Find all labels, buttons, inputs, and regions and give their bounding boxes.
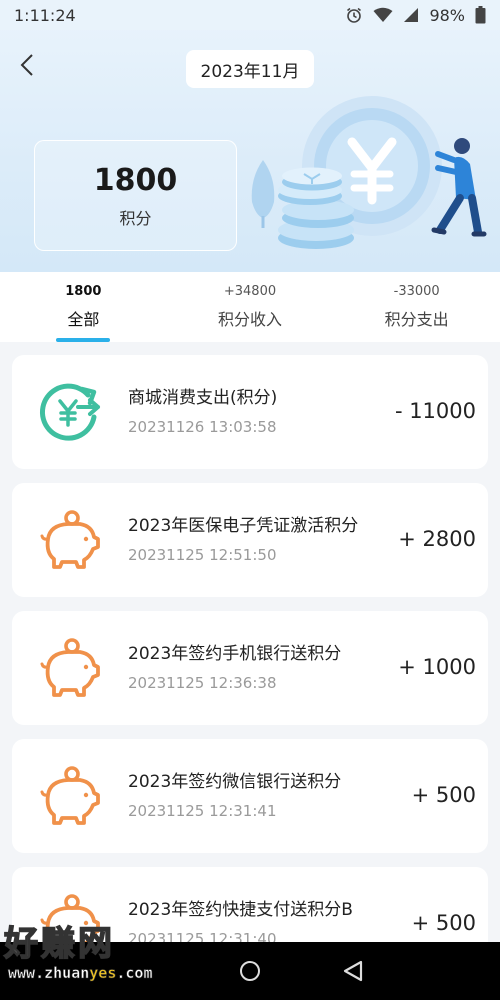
status-bar: 1:11:24 98%: [0, 0, 500, 30]
record-amount: + 1000: [398, 655, 476, 679]
record-amount: + 500: [411, 911, 476, 935]
exchange-yuan-icon: [38, 381, 102, 443]
back-button[interactable]: [14, 52, 40, 82]
chevron-left-icon: [20, 53, 34, 81]
record-title: 2023年签约手机银行送积分: [128, 644, 342, 664]
record-title: 2023年医保电子凭证激活积分: [128, 516, 359, 536]
active-tab-indicator: [56, 338, 111, 342]
watermark-url-prefix: www.zhuan: [8, 964, 90, 983]
back-triangle-icon[interactable]: [342, 960, 364, 982]
record-title: 商城消费支出(积分): [128, 388, 278, 408]
points-value: 1800: [93, 162, 178, 198]
record-time: 20231126 13:03:58: [128, 418, 277, 436]
watermark-title: 好赚网: [3, 923, 115, 965]
record-title: 2023年签约微信银行送积分: [128, 772, 342, 792]
status-time: 1:11:24: [14, 5, 76, 25]
tab-count: -33000: [393, 284, 440, 299]
points-record-list: 商城消费支出(积分) 20231126 13:03:58 - 11000 202…: [0, 342, 500, 942]
home-circle-icon[interactable]: [240, 961, 260, 981]
watermark-url-highlight: yes: [89, 964, 117, 983]
watermark-url: www.zhuanyes.com: [8, 964, 153, 983]
tab-expense[interactable]: -33000 积分支出: [333, 272, 500, 342]
points-summary-card: 1800 积分: [34, 140, 237, 251]
list-item[interactable]: 2023年签约手机银行送积分 20231125 12:36:38 + 1000: [12, 611, 488, 725]
record-amount: + 2800: [398, 527, 476, 551]
tab-label: 积分支出: [384, 310, 449, 329]
list-item[interactable]: 商城消费支出(积分) 20231126 13:03:58 - 11000: [12, 355, 488, 469]
list-item[interactable]: 2023年医保电子凭证激活积分 20231125 12:51:50 + 2800: [12, 483, 488, 597]
tab-label: 全部: [67, 310, 100, 329]
record-amount: + 500: [411, 783, 476, 807]
record-time: 20231125 12:51:50: [128, 546, 277, 564]
tab-count: 1800: [65, 284, 102, 299]
list-item[interactable]: 2023年签约微信银行送积分 20231125 12:31:41 + 500: [12, 739, 488, 853]
wifi-icon: [373, 7, 393, 23]
piggy-bank-icon: [38, 765, 102, 827]
record-time: 20231125 12:36:38: [128, 674, 277, 692]
status-icons: 98%: [345, 6, 486, 25]
watermark-url-suffix: .com: [116, 964, 153, 983]
points-unit: 积分: [119, 208, 152, 228]
header-banner: 2023年11月 1800 积分: [0, 0, 500, 272]
record-time: 20231125 12:31:41: [128, 802, 277, 820]
piggy-bank-icon: [38, 509, 102, 571]
piggy-bank-icon: [38, 637, 102, 699]
tab-label: 积分收入: [218, 310, 283, 329]
month-selector[interactable]: 2023年11月: [186, 50, 314, 88]
battery-percent: 98%: [429, 5, 465, 25]
filter-tabs: 1800 全部 +34800 积分收入 -33000 积分支出: [0, 272, 500, 342]
battery-icon: [475, 6, 486, 24]
record-amount: - 11000: [394, 399, 476, 423]
alarm-icon: [345, 6, 363, 24]
tab-income[interactable]: +34800 积分收入: [167, 272, 334, 342]
tab-all[interactable]: 1800 全部: [0, 272, 167, 342]
site-watermark: 好赚网 www.zhuanyes.com: [0, 912, 200, 990]
signal-icon: [403, 7, 419, 23]
coins-illustration: [251, 96, 487, 249]
tab-count: +34800: [223, 284, 277, 299]
month-label: 2023年11月: [200, 61, 300, 82]
